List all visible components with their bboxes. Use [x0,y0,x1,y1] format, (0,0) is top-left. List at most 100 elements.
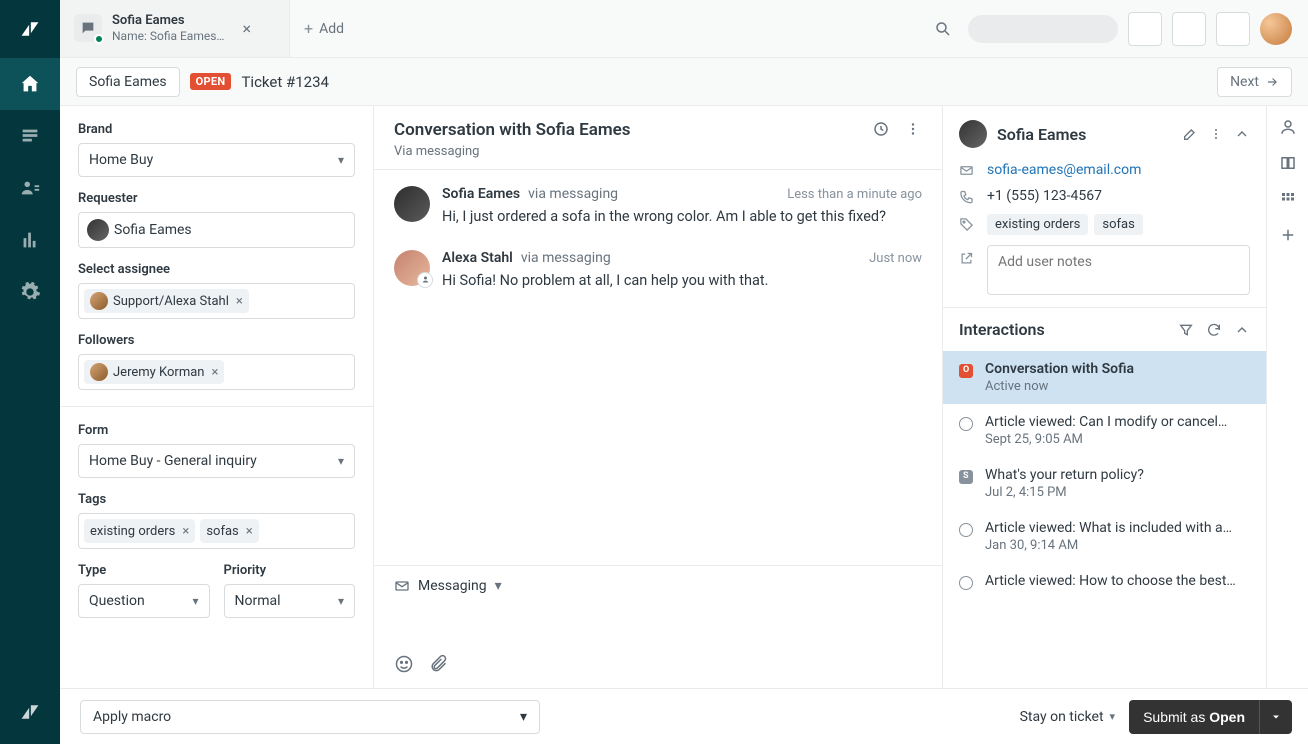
global-nav [0,0,60,744]
customer-tag: sofas [1094,214,1142,235]
user-icon[interactable] [1279,118,1297,136]
customer-email[interactable]: sofia-eames@email.com [987,162,1141,178]
context-panel: Sofia Eames sofia-eames@email.com +1 (55… [943,106,1266,688]
followers-field[interactable]: Jeremy Korman × [78,354,355,390]
submit-dropdown[interactable] [1259,700,1292,734]
chevron-down-icon: ▾ [1110,710,1116,723]
avatar-icon [90,292,108,310]
apps-strip [1266,106,1308,688]
top-bar: Sofia Eames Name: Sofia Eames… × + Add [60,0,1308,58]
emoji-icon[interactable] [394,654,414,674]
interaction-item[interactable]: Article viewed: Can I modify or cancel… … [943,404,1266,457]
form-label: Form [78,423,355,438]
submit-button[interactable]: Submit as Open [1129,700,1259,734]
customer-avatar [959,120,987,148]
ticket-tab[interactable]: Sofia Eames Name: Sofia Eames… × [60,0,290,58]
follower-chip[interactable]: Jeremy Korman × [84,360,224,384]
priority-label: Priority [224,563,356,578]
assignee-field[interactable]: Support/Alexa Stahl × [78,283,355,319]
user-notes-input[interactable] [987,245,1250,295]
status-badge: OPEN [190,73,232,90]
nav-views[interactable] [0,110,60,162]
message-time: Less than a minute ago [787,187,922,202]
apply-macro-select[interactable]: Apply macro ▾ [80,700,540,734]
more-icon[interactable] [1208,126,1224,142]
next-button[interactable]: Next [1217,67,1292,97]
requester-field[interactable]: Sofia Eames [78,212,355,248]
edit-icon[interactable] [1182,126,1198,142]
chevron-down-icon: ▾ [192,594,198,608]
topbar-button-2[interactable] [1172,12,1206,46]
collapse-icon[interactable] [1234,322,1250,338]
channel-label: Messaging [418,578,487,594]
nav-zendesk-logo[interactable] [0,686,60,738]
more-icon[interactable] [904,120,922,138]
remove-chip-icon[interactable]: × [234,294,243,309]
assignee-value: Support/Alexa Stahl [113,294,229,309]
phone-icon [959,189,975,204]
assignee-chip[interactable]: Support/Alexa Stahl × [84,289,249,313]
form-select[interactable]: Home Buy - General inquiry ▾ [78,444,355,478]
remove-chip-icon[interactable]: × [244,524,253,539]
close-icon[interactable]: × [242,19,251,38]
interaction-item[interactable]: Conversation with Sofia Active now [943,351,1266,404]
tag-chip[interactable]: sofas × [200,519,258,543]
interaction-item[interactable]: Article viewed: How to choose the best… [943,563,1266,600]
attachment-icon[interactable] [428,654,448,674]
nav-reports[interactable] [0,214,60,266]
nav-home[interactable] [0,58,60,110]
priority-select[interactable]: Normal ▾ [224,584,356,618]
tab-subtitle: Name: Sofia Eames… [112,29,224,43]
interaction-item[interactable]: Article viewed: What is included with a…… [943,510,1266,563]
chevron-down-icon: ▾ [338,454,344,468]
follower-name: Jeremy Korman [113,365,204,380]
collapse-icon[interactable] [1234,126,1250,142]
breadcrumb-user[interactable]: Sofia Eames [76,67,180,97]
apps-icon[interactable] [1279,190,1297,208]
tag-chip[interactable]: existing orders × [84,519,195,543]
add-tab-button[interactable]: + Add [290,19,358,38]
interaction-marker [959,523,973,537]
brand-select[interactable]: Home Buy ▾ [78,143,355,177]
type-select[interactable]: Question ▾ [78,584,210,618]
filter-icon[interactable] [1178,322,1194,338]
tab-title: Sofia Eames [112,13,224,29]
tags-field[interactable]: existing orders × sofas × [78,513,355,549]
form-value: Home Buy - General inquiry [89,453,257,469]
interaction-subtitle: Jan 30, 9:14 AM [985,538,1250,553]
brand-logo [0,0,60,58]
nav-customers[interactable] [0,162,60,214]
tag-text: sofas [206,524,238,539]
external-link-icon [959,251,975,266]
message-author: Alexa Stahl [442,250,513,266]
remove-chip-icon[interactable]: × [180,524,189,539]
interaction-marker [959,417,973,431]
message-text: Hi, I just ordered a sofa in the wrong c… [442,206,922,228]
nav-settings[interactable] [0,266,60,318]
plus-icon: + [304,19,313,38]
knowledge-icon[interactable] [1279,154,1297,172]
interaction-title: Article viewed: How to choose the best… [985,573,1250,589]
type-label: Type [78,563,210,578]
message: Alexa Stahl via messaging Just now Hi So… [394,250,922,292]
refresh-icon[interactable] [1206,322,1222,338]
topbar-button-3[interactable] [1216,12,1250,46]
current-user-avatar[interactable] [1260,13,1292,45]
requester-value: Sofia Eames [114,222,192,238]
message-author: Sofia Eames [442,186,520,202]
ticket-id: Ticket #1234 [241,73,328,91]
interaction-marker [959,364,973,378]
omnibar-placeholder[interactable] [968,15,1118,43]
interaction-item[interactable]: What's your return policy? Jul 2, 4:15 P… [943,457,1266,510]
add-app-icon[interactable] [1279,226,1297,244]
search-icon[interactable] [928,14,958,44]
topbar-button-1[interactable] [1128,12,1162,46]
message-time: Just now [869,251,922,266]
channel-selector[interactable]: Messaging ▾ [394,578,922,594]
remove-chip-icon[interactable]: × [209,365,218,380]
interaction-title: Article viewed: Can I modify or cancel… [985,414,1250,430]
stay-on-ticket-menu[interactable]: Stay on ticket ▾ [1020,709,1116,725]
history-icon[interactable] [872,120,890,138]
avatar-icon [87,219,109,241]
chevron-down-icon: ▾ [338,153,344,167]
